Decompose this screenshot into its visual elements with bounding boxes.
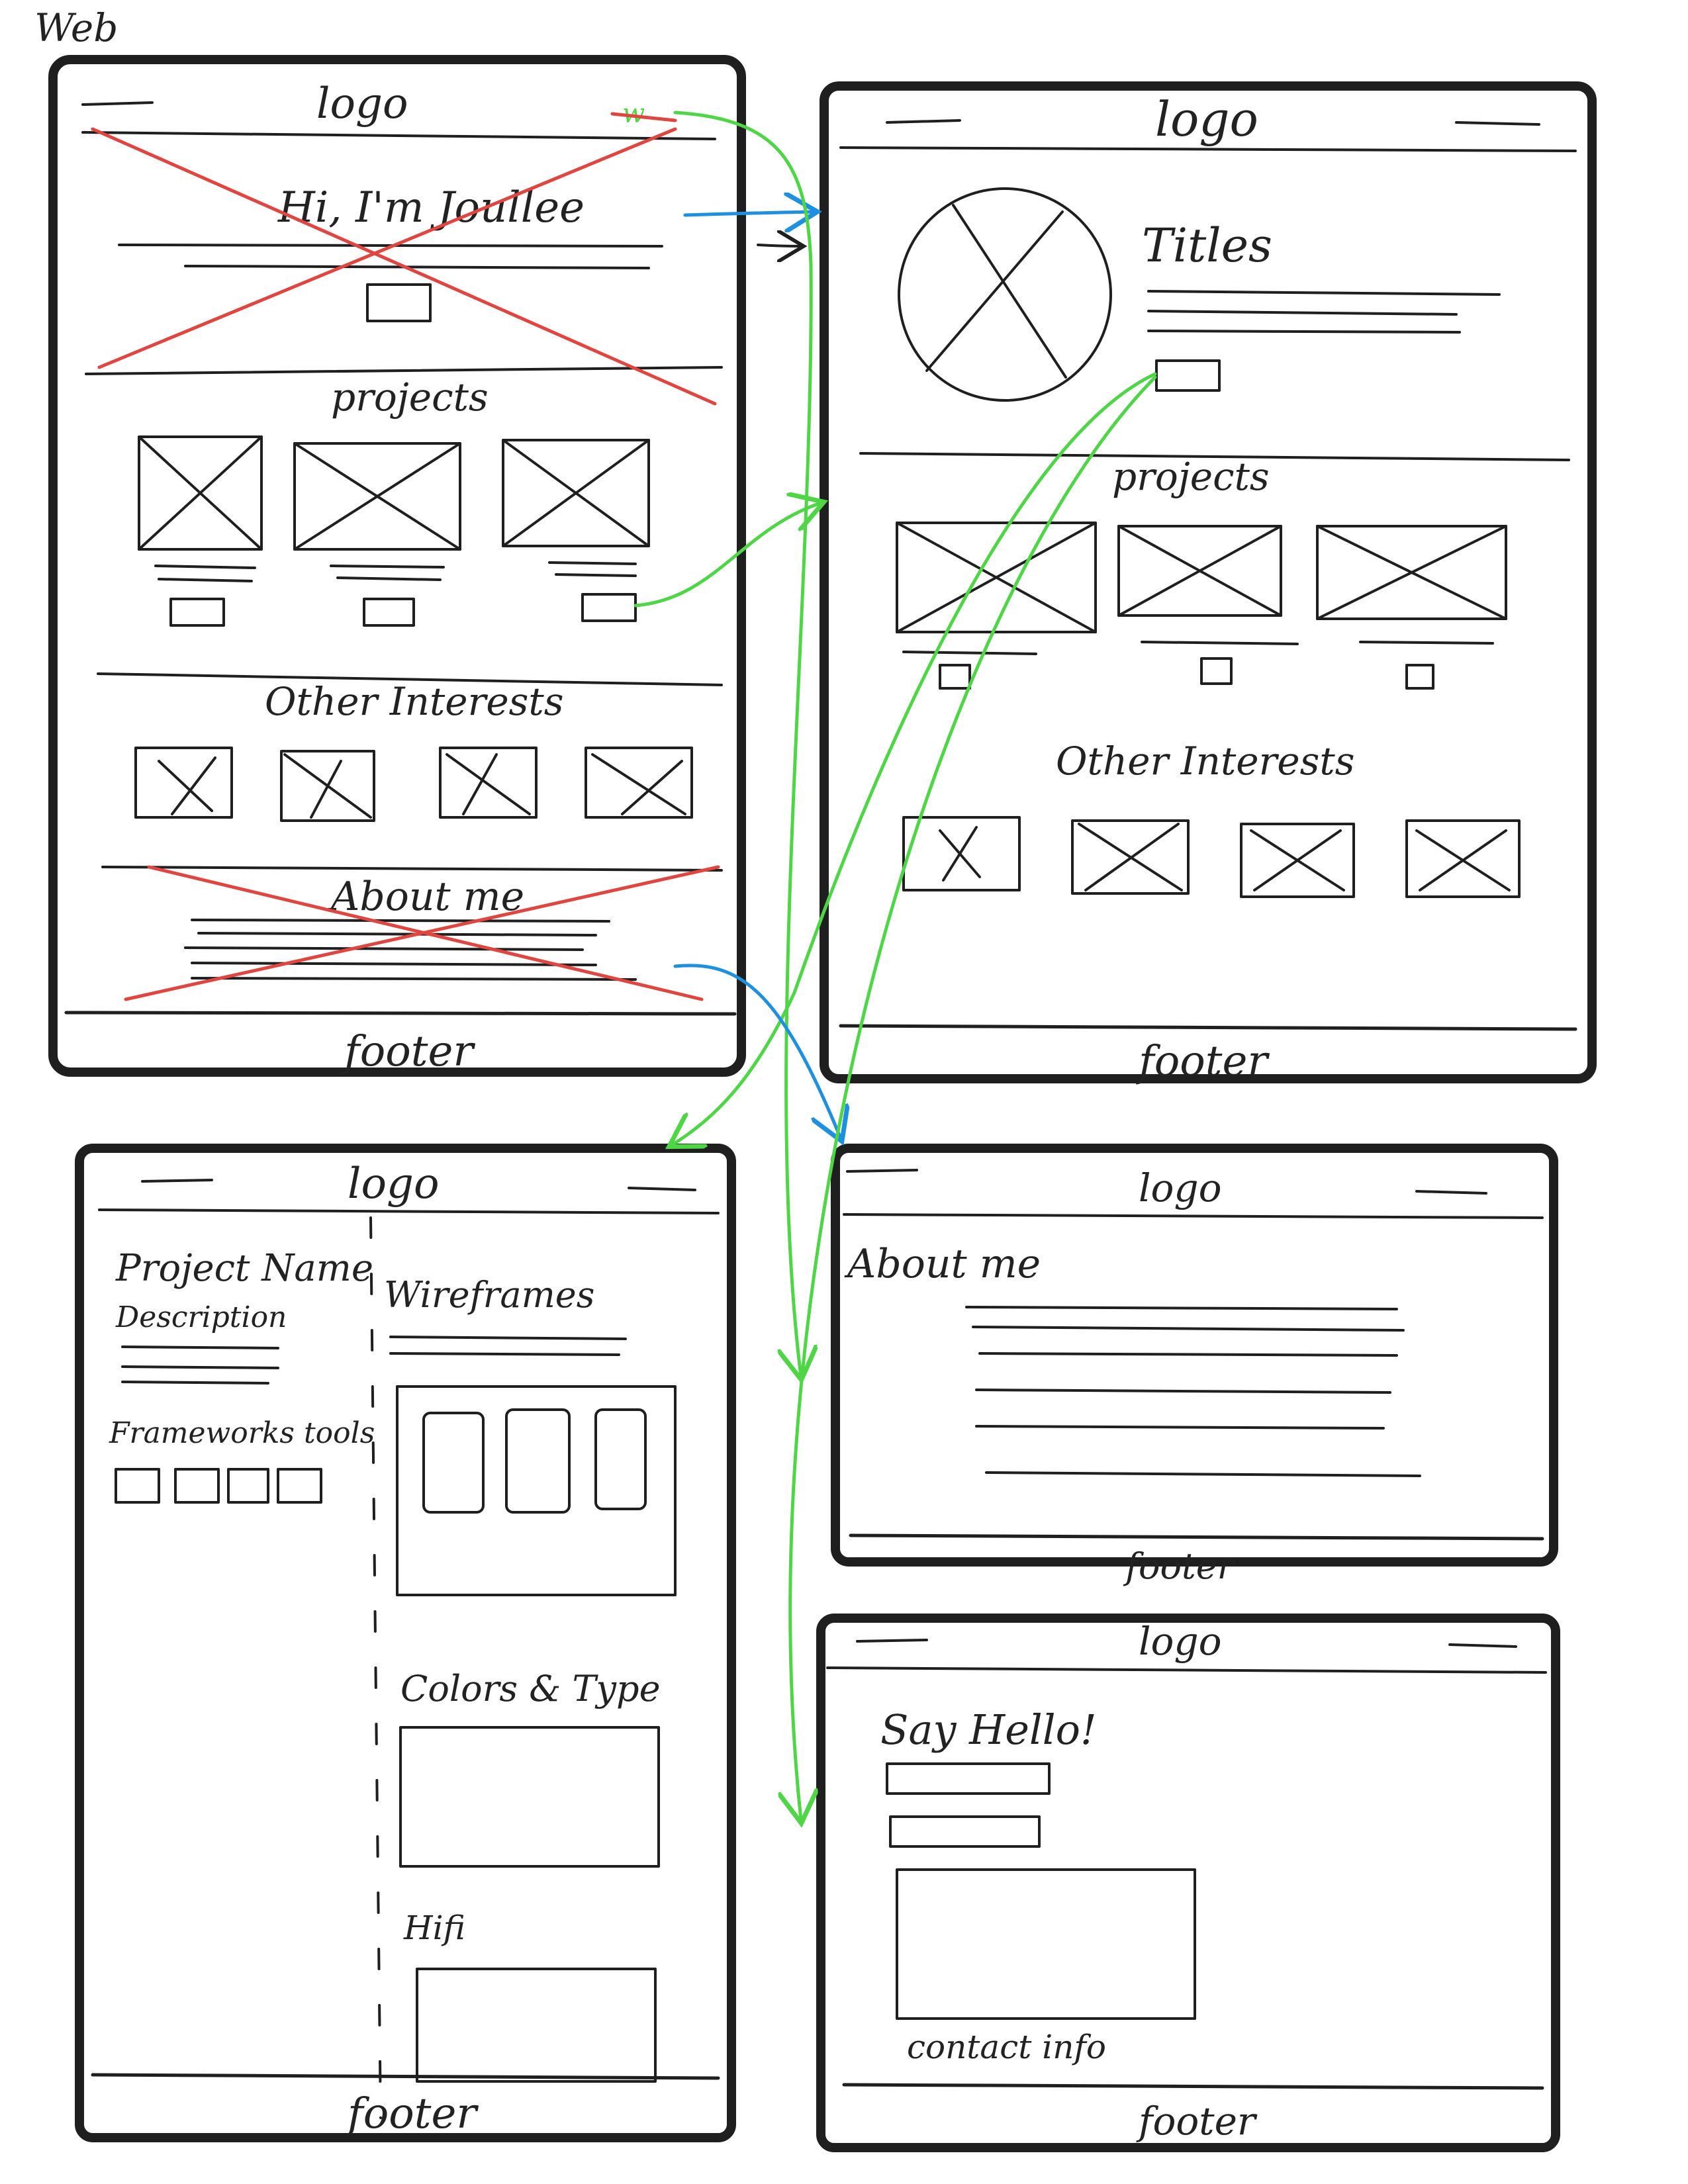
frame5-say-hello: Say Hello!	[880, 1706, 1097, 1754]
frame2-nav-left	[886, 119, 961, 124]
frame1-project-card-3	[502, 439, 650, 622]
frame1-nav-left	[81, 101, 154, 106]
frame-contact: logo Say Hello! contact info footer	[816, 1614, 1560, 2152]
frame3-footer-rule	[91, 2073, 720, 2080]
frame5-footer: footer	[1136, 2099, 1258, 2144]
frame5-footer-rule	[842, 2083, 1544, 2090]
frame1-project-card-2	[293, 442, 461, 627]
frame3-header-rule	[98, 1208, 720, 1214]
frame1-logo: logo	[316, 79, 408, 128]
frame2-interests-heading: Other Interests	[1056, 739, 1354, 784]
frame1-hero-strike-b	[97, 127, 677, 369]
frame1-about-line-1	[191, 919, 610, 923]
frame3-nav-right	[628, 1187, 696, 1191]
green-arrow-profile-to-contact	[790, 375, 1157, 1820]
frame3-wireframes: Wireframes	[384, 1274, 594, 1316]
frame2-header-rule	[839, 146, 1577, 152]
frame3-logo: logo	[348, 1160, 440, 1208]
frame1-footer-rule	[64, 1011, 737, 1016]
frame2-nav-right	[1455, 121, 1540, 126]
frame4-logo: logo	[1139, 1165, 1222, 1210]
frame2-project-card-3	[1316, 525, 1507, 690]
frame1-about-line-3	[184, 946, 584, 951]
frame2-interest-tiles	[902, 816, 1521, 898]
frame1-projects-heading: projects	[331, 375, 489, 420]
frame-about-me: logo About me footer	[831, 1144, 1558, 1587]
frame5-header-rule	[826, 1666, 1547, 1674]
frame2-logo: logo	[1155, 91, 1258, 147]
frame1-interest-tiles	[134, 747, 693, 822]
frame1-interests-heading: Other Interests	[265, 679, 563, 724]
frame2-footer-rule	[839, 1024, 1577, 1031]
frame5-logo: logo	[1139, 1619, 1222, 1664]
frame1-interests-rule	[101, 866, 723, 872]
frame1-hero-line-2	[184, 265, 650, 269]
frame3-desc-line-1	[121, 1345, 279, 1349]
frame1-header-rule	[81, 131, 716, 140]
frame2-profile-image	[898, 187, 1112, 402]
frame3-wireframes-panel	[396, 1385, 677, 1596]
frame5-contact-info: contact info	[907, 2028, 1106, 2066]
frame5-border	[816, 1614, 1560, 2152]
frame1-hero-button	[366, 283, 432, 322]
frame3-nav-left	[141, 1179, 213, 1183]
frame5-name-field	[886, 1762, 1051, 1795]
frame4-header-rule	[843, 1213, 1544, 1219]
frame5-nav-left	[856, 1639, 928, 1643]
frame3-desc-line-3	[121, 1381, 269, 1385]
frame1-about-heading: About me	[328, 874, 524, 920]
frame-home-original: logo w Hi, I'm Joullee projects Other In…	[48, 55, 746, 1077]
frame4-about-heading: About me	[844, 1241, 1041, 1287]
frame2-titles: Titles	[1142, 218, 1272, 273]
frame3-wireframes-line-1	[389, 1336, 627, 1340]
frame1-footer: footer	[342, 1027, 475, 1076]
frame-project-detail: logo Project Name Description Frameworks…	[75, 1144, 736, 2142]
frame3-desc-line-2	[121, 1365, 279, 1369]
frame2-footer: footer	[1136, 1037, 1270, 1086]
corner-label-web: Web	[34, 5, 118, 50]
frame-home-revised: logo Titles projects Other Interests foo…	[820, 81, 1597, 1086]
frame2-profile-button	[1155, 359, 1221, 392]
frame3-tool-icons	[115, 1468, 322, 1504]
frame3-hifi: Hifi	[403, 1909, 465, 1947]
frame1-about-line-2	[197, 932, 597, 936]
frame2-profile-line-3	[1147, 330, 1461, 334]
frame2-project-card-1	[896, 522, 1097, 690]
frame4-about-text-lines	[965, 1306, 1421, 1477]
frame1-project-card-1	[138, 435, 263, 627]
frame3-wireframes-line-2	[389, 1352, 620, 1356]
frame4-nav-left	[846, 1169, 918, 1173]
frame5-message-field	[896, 1868, 1196, 2020]
frame4-footer-rule	[849, 1533, 1544, 1541]
frame3-hifi-panel	[416, 1968, 657, 2083]
frame5-nav-right	[1448, 1643, 1517, 1648]
frame2-profile-line-1	[1147, 290, 1501, 296]
frame1-hero-heading: Hi, I'm Joullee	[277, 183, 585, 232]
frame3-frameworks-tools: Frameworks tools	[109, 1416, 375, 1450]
frame1-hero-rule	[85, 366, 723, 375]
wireframe-sketch-sheet: Web logo w Hi, I'm Joullee projects Othe…	[34, 5, 1597, 2152]
frame1-about-line-4	[191, 962, 597, 966]
blue-arrow-about-to-about-page	[673, 964, 841, 1138]
blue-arrow-hero-to-profile	[683, 212, 814, 215]
frame3-colors-type-panel	[399, 1726, 660, 1868]
black-arrow-hero-to-profile	[757, 245, 801, 246]
frame3-colors-type: Colors & Type	[400, 1668, 661, 1709]
frame1-about-line-5	[191, 977, 637, 981]
frame2-project-card-2	[1117, 525, 1299, 685]
frame3-description: Description	[115, 1300, 287, 1334]
frame3-column-divider	[369, 1216, 382, 2119]
frame2-projects-heading: projects	[1112, 454, 1270, 499]
green-arrow-project-to-revised	[633, 503, 821, 608]
frame3-project-name: Project Name	[115, 1247, 373, 1290]
frame3-footer: footer	[345, 2089, 479, 2138]
frame5-email-field	[889, 1815, 1041, 1848]
frame2-profile-line-2	[1147, 310, 1458, 316]
frame4-nav-right	[1415, 1190, 1487, 1195]
frame4-footer: footer	[1123, 1545, 1237, 1587]
